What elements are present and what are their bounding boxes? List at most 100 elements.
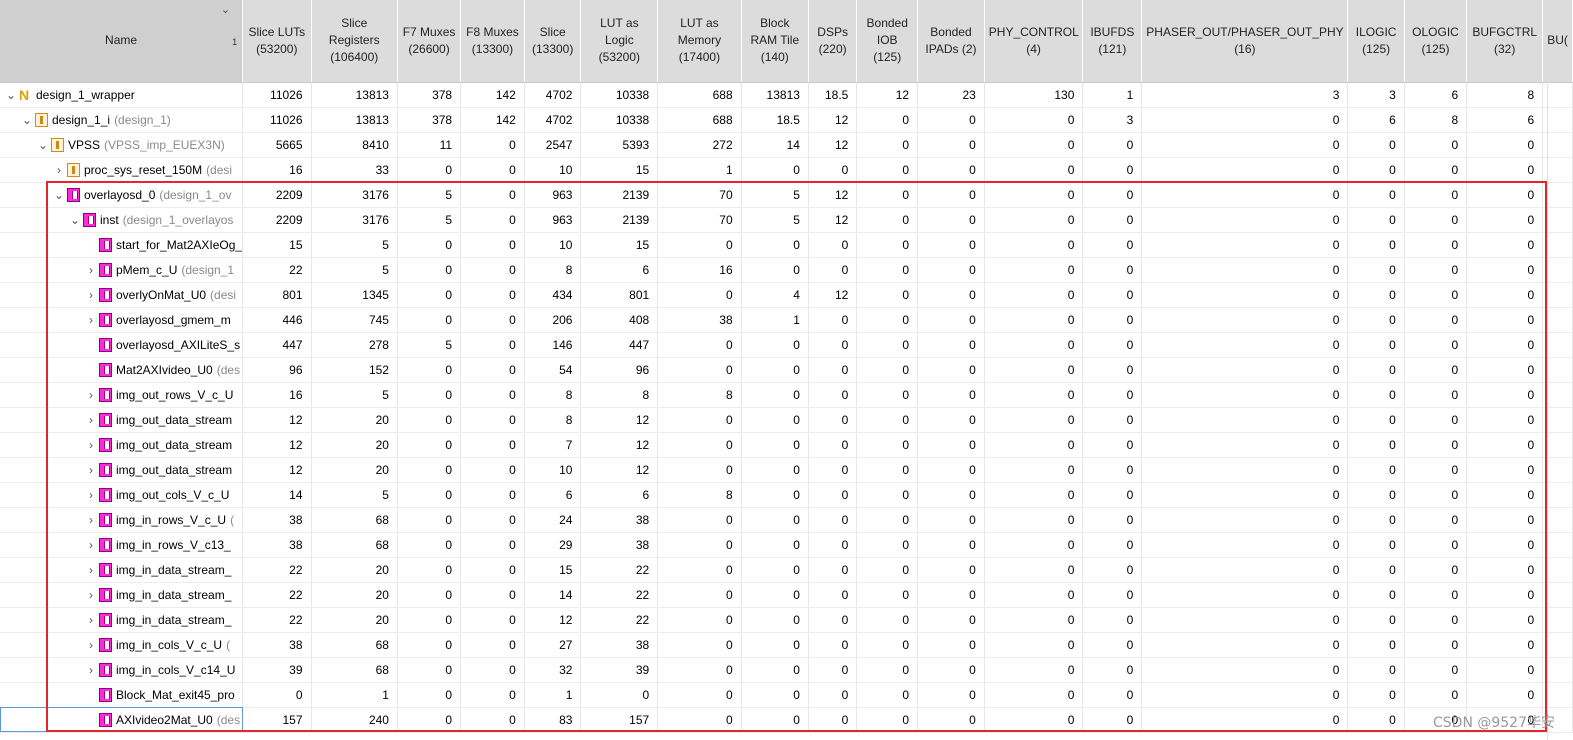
- column-header[interactable]: Block RAM Tile (140): [741, 0, 809, 83]
- hierarchy-cell[interactable]: › img_out_cols_V_c_U: [0, 482, 244, 508]
- column-header[interactable]: Bonded IPADs (2): [917, 0, 985, 83]
- column-header[interactable]: BUFGCTRL (32): [1466, 0, 1544, 83]
- hierarchy-cell[interactable]: Block_Mat_exit45_pro: [0, 682, 244, 708]
- column-header[interactable]: LUT as Logic (53200): [580, 0, 659, 83]
- hierarchy-cell[interactable]: › img_out_data_stream: [0, 457, 244, 483]
- chevron-right-icon[interactable]: ›: [83, 488, 99, 502]
- chevron-right-icon[interactable]: ›: [83, 263, 99, 277]
- value-cell: 5: [741, 207, 809, 233]
- hierarchy-cell[interactable]: › overlyOnMat_U0 (desi: [0, 282, 244, 308]
- hierarchy-cell[interactable]: Mat2AXIvideo_U0 (des: [0, 357, 244, 383]
- value-cell: 0: [460, 507, 525, 533]
- hierarchy-cell[interactable]: › img_in_data_stream_: [0, 582, 244, 608]
- value-cell: 0: [741, 407, 809, 433]
- column-header[interactable]: ILOGIC (125): [1347, 0, 1405, 83]
- hierarchy-cell[interactable]: › pMem_c_U (design_1: [0, 257, 244, 283]
- table-row[interactable]: › overlayosd_gmem_m 446 745 0 0 206 408 38 1 0 0 0 0 0…: [0, 307, 1573, 333]
- table-row[interactable]: › img_out_data_stream 12 20 0 0 7 12 0 0 0 0 0 0 0 0 0 0 0: [0, 432, 1573, 458]
- table-row[interactable]: › pMem_c_U (design_1 22 5 0 0 8 6 16 0 0 0 0 0 0 0 0 0 0: [0, 257, 1573, 283]
- chevron-right-icon[interactable]: ›: [83, 313, 99, 327]
- table-row[interactable]: › img_in_cols_V_c_U(38 68 0 0 27 38 0 0 0 0 0 0 0 0 0 0 0: [0, 632, 1573, 658]
- chevron-right-icon[interactable]: ›: [83, 613, 99, 627]
- hierarchy-cell[interactable]: › img_out_data_stream: [0, 407, 244, 433]
- hierarchy-cell[interactable]: ⌄ overlayosd_0 (design_1_ov: [0, 182, 244, 208]
- table-row[interactable]: Block_Mat_exit45_pro 0 1 0 0 1 0 0 0 0 0 0 0 0 0 0 0 0: [0, 682, 1573, 708]
- chevron-right-icon[interactable]: ›: [51, 163, 67, 177]
- chevron-down-icon[interactable]: ⌄: [51, 188, 67, 202]
- chevron-right-icon[interactable]: ›: [83, 438, 99, 452]
- value-cell: 0: [397, 682, 462, 708]
- table-row[interactable]: ⌄ inst (design_1_overlayos 2209 3176 5 0 963 213…: [0, 207, 1573, 233]
- hierarchy-cell[interactable]: › overlayosd_gmem_m: [0, 307, 244, 333]
- column-header[interactable]: Slice Registers (106400): [311, 0, 398, 83]
- hierarchy-cell[interactable]: › img_in_data_stream_: [0, 607, 244, 633]
- table-row[interactable]: overlayosd_AXILiteS_s 447 278 5 0 146 447 0 0 0 0 0…: [0, 332, 1573, 358]
- chevron-right-icon[interactable]: ›: [83, 388, 99, 402]
- chevron-down-icon[interactable]: ⌄: [35, 138, 51, 152]
- table-row[interactable]: › img_in_cols_V_c14_U 39 68 0 0 32 39 0 0 0 0 0 0 0 0 0 0…: [0, 657, 1573, 683]
- hierarchy-cell[interactable]: ⌄ design_1_i (design_1): [0, 107, 244, 133]
- hierarchy-cell[interactable]: › proc_sys_reset_150M (desi: [0, 157, 244, 183]
- table-row[interactable]: › overlyOnMat_U0 (desi 801 1345 0 0 434 801 0 4 12 0…: [0, 282, 1573, 308]
- chevron-down-icon[interactable]: ⌄: [221, 2, 230, 19]
- table-row[interactable]: › proc_sys_reset_150M (desi 16 33 0 0 10 15 1 0 0 0 0…: [0, 157, 1573, 183]
- hierarchy-cell[interactable]: › img_in_data_stream_: [0, 557, 244, 583]
- hierarchy-cell[interactable]: start_for_Mat2AXIeOg_: [0, 232, 244, 258]
- column-header[interactable]: Slice (13300): [524, 0, 582, 83]
- table-row[interactable]: Mat2AXIvideo_U0 (des 96 152 0 0 54 96 0 0 0 0 0 0 0 0 0 0…: [0, 357, 1573, 383]
- table-row[interactable]: › img_in_rows_V_c13_ 38 68 0 0 29 38 0 0 0 0 0 0 0 0 0 0 0: [0, 532, 1573, 558]
- column-header[interactable]: IBUFDS (121): [1082, 0, 1143, 83]
- table-row[interactable]: › img_out_cols_V_c_U 14 5 0 0 6 6 8 0 0 0 0 0 0 0 0 0 0: [0, 482, 1573, 508]
- column-header[interactable]: BU(: [1542, 0, 1573, 83]
- chevron-right-icon[interactable]: ›: [83, 538, 99, 552]
- value-cell: 0: [1347, 132, 1405, 158]
- chevron-right-icon[interactable]: ›: [83, 288, 99, 302]
- hierarchy-cell[interactable]: AXIvideo2Mat_U0 (des: [0, 707, 244, 733]
- hierarchy-cell[interactable]: › img_out_data_stream: [0, 432, 244, 458]
- column-header[interactable]: F7 Muxes (26600): [397, 0, 462, 83]
- table-row[interactable]: › img_out_rows_V_c_U 16 5 0 0 8 8 8 0 0 0 0 0 0 0 0 0 0: [0, 382, 1573, 408]
- value-cell: 0: [1404, 357, 1468, 383]
- table-row[interactable]: ⌄ Ndesign_1_wrapper 11026 13813 378 142 4702 10…: [0, 82, 1573, 108]
- hierarchy-cell[interactable]: › img_out_rows_V_c_U: [0, 382, 244, 408]
- hierarchy-cell[interactable]: › img_in_cols_V_c14_U: [0, 657, 244, 683]
- table-row[interactable]: › img_in_rows_V_c_U(38 68 0 0 24 38 0 0 0 0 0 0 0 0 0 0 0: [0, 507, 1573, 533]
- hierarchy-cell[interactable]: ⌄ inst (design_1_overlayos: [0, 207, 244, 233]
- column-header[interactable]: OLOGIC (125): [1404, 0, 1468, 83]
- table-row[interactable]: ⌄ overlayosd_0 (design_1_ov 2209 3176 5 0 963 21…: [0, 182, 1573, 208]
- chevron-right-icon[interactable]: ›: [83, 638, 99, 652]
- table-row[interactable]: › img_in_data_stream_ 22 20 0 0 12 22 0 0 0 0 0 0 0 0 0 0…: [0, 607, 1573, 633]
- chevron-right-icon[interactable]: ›: [83, 413, 99, 427]
- chevron-right-icon[interactable]: ›: [83, 588, 99, 602]
- column-header[interactable]: LUT as Memory (17400): [657, 0, 742, 83]
- chevron-right-icon[interactable]: ›: [83, 663, 99, 677]
- chevron-right-icon[interactable]: ›: [83, 563, 99, 577]
- table-row[interactable]: ⌄ design_1_i (design_1) 11026 13813 378 142 470…: [0, 107, 1573, 133]
- chevron-right-icon[interactable]: ›: [83, 513, 99, 527]
- value-cell: 0: [1347, 182, 1405, 208]
- chevron-down-icon[interactable]: ⌄: [19, 113, 35, 127]
- hierarchy-cell[interactable]: overlayosd_AXILiteS_s: [0, 332, 244, 358]
- chevron-down-icon[interactable]: ⌄: [3, 88, 19, 102]
- column-header[interactable]: Bonded IOB (125): [856, 0, 919, 83]
- table-row[interactable]: › img_in_data_stream_ 22 20 0 0 14 22 0 0 0 0 0 0 0 0 0 0…: [0, 582, 1573, 608]
- hierarchy-cell[interactable]: › img_in_rows_V_c13_: [0, 532, 244, 558]
- hierarchy-cell[interactable]: › img_in_rows_V_c_U(: [0, 507, 244, 533]
- table-row[interactable]: › img_in_data_stream_ 22 20 0 0 15 22 0 0 0 0 0 0 0 0 0 0…: [0, 557, 1573, 583]
- column-header[interactable]: PHY_CONTROL (4): [984, 0, 1084, 83]
- table-row[interactable]: › img_out_data_stream 12 20 0 0 8 12 0 0 0 0 0 0 0 0 0 0 0: [0, 407, 1573, 433]
- table-row[interactable]: ⌄ VPSS (VPSS_imp_EUEX3N) 5665 8410 11 0 2547 539…: [0, 132, 1573, 158]
- column-header[interactable]: DSPs (220): [808, 0, 858, 83]
- table-row[interactable]: AXIvideo2Mat_U0 (des 157 240 0 0 83 157 0 0 0 0 0 0 0 0…: [0, 707, 1573, 733]
- table-row[interactable]: start_for_Mat2AXIeOg_ 15 5 0 0 10 15 0 0 0 0 0 0 0 0 0 0…: [0, 232, 1573, 258]
- table-row[interactable]: › img_out_data_stream 12 20 0 0 10 12 0 0 0 0 0 0 0 0 0 0…: [0, 457, 1573, 483]
- column-header[interactable]: PHASER_OUT/PHASER_OUT_PHY (16): [1141, 0, 1349, 83]
- column-header[interactable]: Slice LUTs (53200): [242, 0, 312, 83]
- hierarchy-cell[interactable]: ⌄ VPSS (VPSS_imp_EUEX3N): [0, 132, 244, 158]
- hierarchy-cell[interactable]: › img_in_cols_V_c_U(: [0, 632, 244, 658]
- column-header-name[interactable]: ⌄ Name 1: [0, 0, 244, 83]
- chevron-right-icon[interactable]: ›: [83, 463, 99, 477]
- hierarchy-cell[interactable]: ⌄ Ndesign_1_wrapper: [0, 82, 244, 108]
- chevron-down-icon[interactable]: ⌄: [67, 213, 83, 227]
- column-header[interactable]: F8 Muxes (13300): [460, 0, 525, 83]
